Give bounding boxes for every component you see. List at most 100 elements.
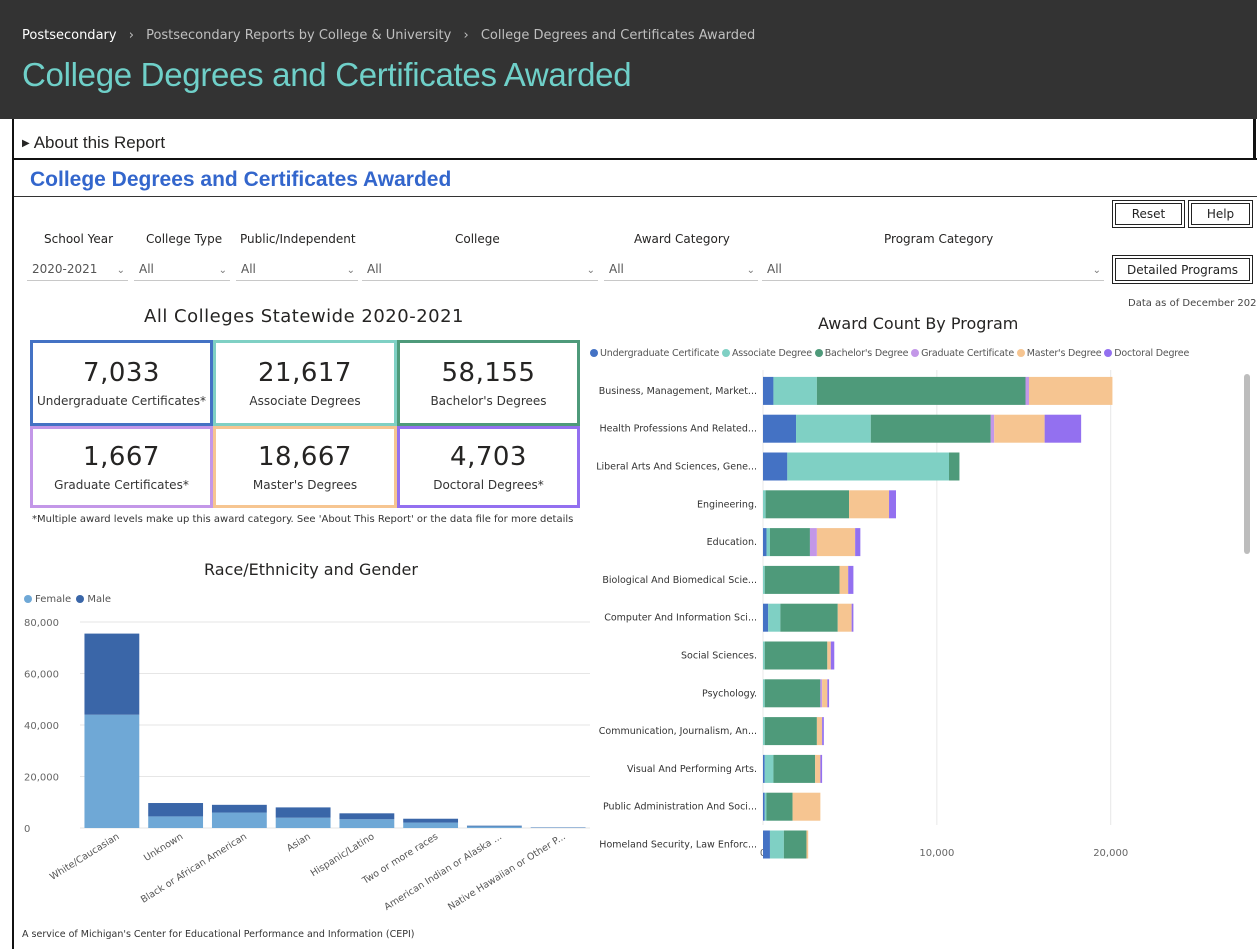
bar-segment bbox=[764, 717, 817, 746]
bar-segment bbox=[889, 490, 896, 519]
legend-undergraduate-certificate[interactable]: Undergraduate Certificate bbox=[600, 348, 719, 359]
kpi-value: 7,033 bbox=[83, 358, 160, 388]
bar-segment bbox=[816, 528, 856, 557]
chevron-down-icon: ⌄ bbox=[586, 265, 595, 276]
bar-segment bbox=[815, 754, 821, 783]
caret-right-icon: ▶ bbox=[22, 138, 30, 149]
detailed-programs-button[interactable]: Detailed Programs bbox=[1112, 255, 1253, 284]
bar-segment bbox=[809, 528, 817, 557]
bar-segment bbox=[806, 830, 809, 859]
bar-segment bbox=[820, 679, 823, 708]
help-button[interactable]: Help bbox=[1188, 200, 1253, 228]
category-label: Public Administration And Soci... bbox=[603, 802, 757, 813]
bar-segment bbox=[84, 633, 140, 715]
public-independent-dropdown[interactable]: All ⌄ bbox=[236, 259, 358, 281]
kpi-card-undergraduate-certificates: 7,033 Undergraduate Certificates* bbox=[30, 340, 213, 426]
about-report-label: About this Report bbox=[33, 133, 166, 152]
bar-segment bbox=[763, 830, 770, 859]
bar-segment bbox=[849, 490, 890, 519]
bar-segment bbox=[211, 812, 267, 828]
bar-segment bbox=[764, 565, 840, 594]
legend-associate-degree[interactable]: Associate Degree bbox=[732, 348, 812, 359]
bar-segment bbox=[763, 641, 765, 670]
breadcrumb-postsecondary[interactable]: Postsecondary bbox=[22, 28, 117, 43]
breadcrumb: Postsecondary › Postsecondary Reports by… bbox=[22, 28, 755, 43]
kpi-card-associate-degrees: 21,617 Associate Degrees bbox=[213, 340, 397, 426]
college-type-label: College Type bbox=[146, 232, 223, 246]
category-label: Homeland Security, Law Enforc... bbox=[599, 840, 757, 851]
female-legend-dot bbox=[24, 595, 32, 603]
legend-dot bbox=[911, 349, 920, 357]
breadcrumb-reports-by-college[interactable]: Postsecondary Reports by College & Unive… bbox=[146, 28, 451, 43]
legend-masters-degree[interactable]: Master's Degree bbox=[1027, 348, 1102, 359]
x-tick-label: Black or African American bbox=[139, 831, 249, 905]
award-category-label: Award Category bbox=[634, 232, 730, 246]
legend-doctoral-degree[interactable]: Doctoral Degree bbox=[1114, 348, 1189, 359]
bar-segment bbox=[763, 679, 765, 708]
bar-segment bbox=[1028, 376, 1113, 405]
program-category-dropdown[interactable]: All ⌄ bbox=[762, 259, 1104, 281]
college-value: All bbox=[367, 262, 382, 276]
bar-segment bbox=[763, 452, 788, 481]
category-label: Psychology. bbox=[702, 688, 757, 699]
bar-segment bbox=[763, 414, 797, 443]
kpi-card-graduate-certificates: 1,667 Graduate Certificates* bbox=[30, 426, 213, 508]
bar-segment bbox=[763, 528, 767, 557]
bar-segment bbox=[275, 817, 331, 828]
award-category-dropdown[interactable]: All ⌄ bbox=[604, 259, 758, 281]
reset-button[interactable]: Reset bbox=[1112, 200, 1185, 228]
bar-segment bbox=[766, 528, 770, 557]
bar-segment bbox=[851, 603, 854, 632]
college-dropdown[interactable]: All ⌄ bbox=[362, 259, 598, 281]
race-chart-title: Race/Ethnicity and Gender bbox=[204, 560, 418, 579]
frame-divider bbox=[12, 119, 14, 159]
public-independent-value: All bbox=[241, 262, 256, 276]
bar-segment bbox=[763, 603, 769, 632]
category-label: Business, Management, Market... bbox=[599, 386, 757, 397]
help-label: Help bbox=[1206, 207, 1235, 221]
y-tick-label: 80,000 bbox=[24, 618, 59, 629]
legend-female[interactable]: Female bbox=[35, 594, 71, 605]
y-tick-label: 40,000 bbox=[24, 721, 59, 732]
kpi-value: 18,667 bbox=[258, 442, 352, 472]
kpi-card-masters-degrees: 18,667 Master's Degrees bbox=[213, 426, 397, 508]
about-report-toggle[interactable]: ▶ About this Report bbox=[22, 133, 165, 153]
chart-scrollbar[interactable] bbox=[1244, 374, 1250, 554]
bar-segment bbox=[764, 792, 767, 821]
legend-graduate-certificate[interactable]: Graduate Certificate bbox=[921, 348, 1014, 359]
bar-segment bbox=[990, 414, 995, 443]
y-tick-label: 60,000 bbox=[24, 670, 59, 681]
chevron-down-icon: ⌄ bbox=[1092, 265, 1101, 276]
bar-segment bbox=[275, 807, 331, 818]
chevron-down-icon: ⌄ bbox=[346, 265, 355, 276]
award-chart-title: Award Count By Program bbox=[818, 314, 1019, 333]
school-year-label: School Year bbox=[44, 232, 114, 246]
bar-segment bbox=[816, 376, 1026, 405]
male-legend-dot bbox=[76, 595, 85, 603]
bar-segment bbox=[1044, 414, 1082, 443]
bar-segment bbox=[787, 452, 950, 481]
category-label: Biological And Biomedical Scie... bbox=[602, 575, 757, 586]
legend-dot bbox=[1016, 349, 1025, 357]
bar-segment bbox=[870, 414, 991, 443]
x-tick-label: Native Hawaiian or Other P... bbox=[446, 831, 568, 913]
divider bbox=[14, 196, 1257, 197]
y-tick-label: 20,000 bbox=[24, 773, 59, 784]
x-tick-label: 20,000 bbox=[1093, 848, 1128, 859]
kpi-card-bachelors-degrees: 58,155 Bachelor's Degrees bbox=[397, 340, 580, 426]
bar-segment bbox=[763, 565, 765, 594]
college-type-value: All bbox=[139, 262, 154, 276]
bar-segment bbox=[820, 754, 823, 783]
bar-segment bbox=[339, 819, 395, 828]
legend-bachelors-degree[interactable]: Bachelor's Degree bbox=[825, 348, 909, 359]
legend-dot bbox=[814, 349, 823, 357]
bar-segment bbox=[768, 603, 781, 632]
school-year-dropdown[interactable]: 2020-2021 ⌄ bbox=[27, 259, 128, 281]
college-type-dropdown[interactable]: All ⌄ bbox=[134, 259, 230, 281]
legend-dot bbox=[1104, 349, 1113, 357]
category-label: Liberal Arts And Sciences, Gene... bbox=[596, 462, 757, 473]
legend-male[interactable]: Male bbox=[87, 594, 111, 605]
y-tick-label: 0 bbox=[24, 824, 30, 835]
college-label: College bbox=[455, 232, 500, 246]
bar-segment bbox=[783, 830, 807, 859]
